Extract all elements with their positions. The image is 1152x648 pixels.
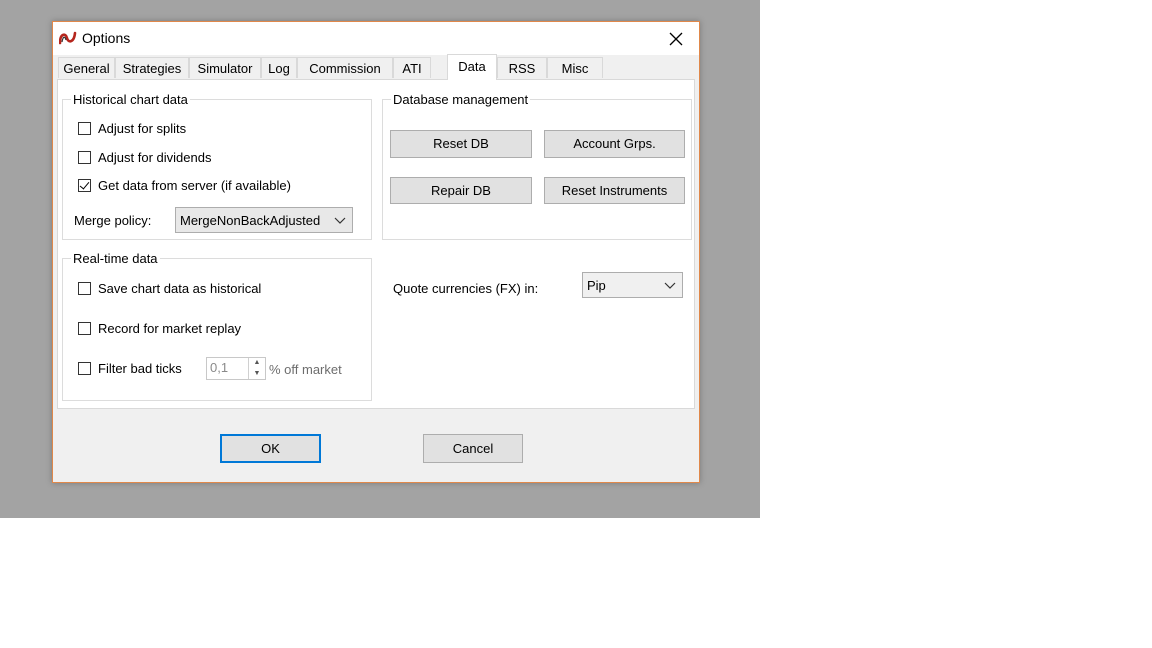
adjust-splits-label: Adjust for splits xyxy=(98,121,187,136)
merge-policy-value: MergeNonBackAdjusted xyxy=(180,213,321,228)
checkbox-box-checked[interactable] xyxy=(78,179,91,192)
quote-currencies-select[interactable]: Pip xyxy=(582,272,683,298)
options-dialog: Options General Strategies Simulator Log… xyxy=(52,21,700,483)
repair-db-button[interactable]: Repair DB xyxy=(390,177,532,204)
checkbox-box[interactable] xyxy=(78,322,91,335)
checkbox-box[interactable] xyxy=(78,362,91,375)
record-replay-label: Record for market replay xyxy=(98,321,242,336)
tab-strategies[interactable]: Strategies xyxy=(115,57,189,78)
filter-ticks-spinner[interactable]: 0,1 ▲ ▼ xyxy=(206,357,266,380)
chevron-down-icon xyxy=(334,217,346,224)
adjust-dividends-label: Adjust for dividends xyxy=(98,150,212,165)
data-tab-panel: Historical chart data Adjust for splits … xyxy=(57,79,695,409)
reset-db-button[interactable]: Reset DB xyxy=(390,130,532,158)
ok-button[interactable]: OK xyxy=(220,434,321,463)
spinner-down-icon[interactable]: ▼ xyxy=(249,369,265,380)
tab-commission[interactable]: Commission xyxy=(297,57,393,78)
close-icon xyxy=(669,32,683,46)
realtime-group-title: Real-time data xyxy=(71,251,160,266)
reset-instruments-button[interactable]: Reset Instruments xyxy=(544,177,685,204)
quote-currencies-label: Quote currencies (FX) in: xyxy=(393,281,539,296)
close-button[interactable] xyxy=(653,22,699,55)
spinner-arrows[interactable]: ▲ ▼ xyxy=(248,358,265,379)
app-logo-icon xyxy=(59,31,77,45)
adjust-dividends-checkbox[interactable]: Adjust for dividends xyxy=(78,150,211,165)
merge-policy-select[interactable]: MergeNonBackAdjusted xyxy=(175,207,353,233)
title-bar[interactable]: Options xyxy=(53,22,699,55)
record-market-replay-checkbox[interactable]: Record for market replay xyxy=(78,321,241,336)
historical-group-title: Historical chart data xyxy=(71,92,190,107)
get-server-data-checkbox[interactable]: Get data from server (if available) xyxy=(78,178,291,193)
checkbox-box[interactable] xyxy=(78,282,91,295)
save-chart-historical-checkbox[interactable]: Save chart data as historical xyxy=(78,281,261,296)
tab-data[interactable]: Data xyxy=(447,54,497,80)
cancel-button[interactable]: Cancel xyxy=(423,434,523,463)
tab-strip: General Strategies Simulator Log Commiss… xyxy=(58,54,698,80)
adjust-splits-checkbox[interactable]: Adjust for splits xyxy=(78,121,186,136)
tab-rss[interactable]: RSS xyxy=(497,57,547,78)
tab-simulator[interactable]: Simulator xyxy=(189,57,261,78)
chevron-down-icon xyxy=(664,282,676,289)
filter-suffix-label: % off market xyxy=(269,362,342,377)
filter-bad-ticks-checkbox[interactable]: Filter bad ticks xyxy=(78,361,182,376)
filter-ticks-value: 0,1 xyxy=(210,360,229,375)
tab-ati[interactable]: ATI xyxy=(393,57,431,78)
filter-bad-ticks-label: Filter bad ticks xyxy=(98,361,182,376)
real-time-data-group: Real-time data Save chart data as histor… xyxy=(62,251,372,401)
database-group-title: Database management xyxy=(391,92,531,107)
account-groups-button[interactable]: Account Grps. xyxy=(544,130,685,158)
dialog-title: Options xyxy=(82,30,131,46)
spinner-up-icon[interactable]: ▲ xyxy=(249,358,265,369)
database-management-group: Database management Reset DB Account Grp… xyxy=(382,92,692,240)
tab-general[interactable]: General xyxy=(58,57,115,78)
tab-misc[interactable]: Misc xyxy=(547,57,603,78)
checkbox-box[interactable] xyxy=(78,122,91,135)
quote-currencies-value: Pip xyxy=(587,278,606,293)
checkbox-box[interactable] xyxy=(78,151,91,164)
historical-chart-data-group: Historical chart data Adjust for splits … xyxy=(62,92,372,240)
save-chart-label: Save chart data as historical xyxy=(98,281,262,296)
merge-policy-label: Merge policy: xyxy=(74,213,152,228)
tab-log[interactable]: Log xyxy=(261,57,297,78)
get-server-data-label: Get data from server (if available) xyxy=(98,178,291,193)
